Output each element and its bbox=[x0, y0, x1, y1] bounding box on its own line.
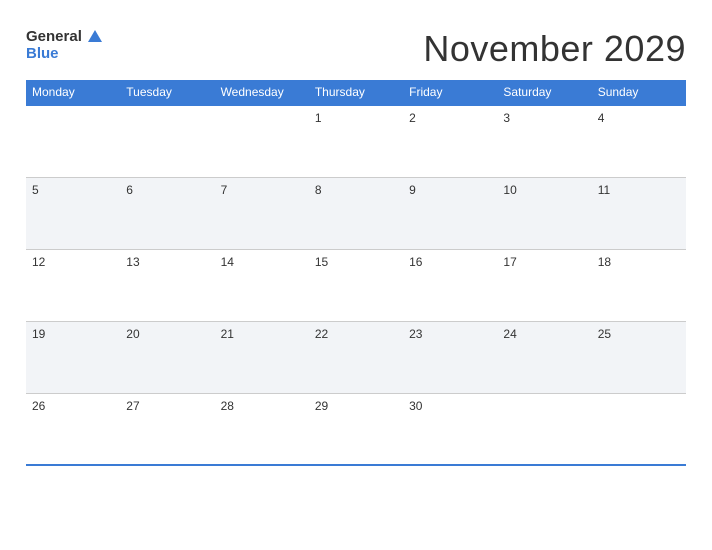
calendar-body: 1234567891011121314151617181920212223242… bbox=[26, 105, 686, 465]
week-row-1: 5 6 7 8 9 10 11 bbox=[26, 177, 686, 249]
day-cell: 22 bbox=[309, 321, 403, 393]
logo-general-text: General bbox=[26, 28, 82, 45]
logo-blue-text: Blue bbox=[26, 46, 59, 63]
day-number: 4 bbox=[598, 111, 605, 125]
calendar-page: General Blue November 2029 Monday Tuesda… bbox=[6, 10, 706, 540]
logo: General Blue bbox=[26, 28, 102, 63]
week-row-3: 19 20 21 22 23 24 25 bbox=[26, 321, 686, 393]
day-number: 8 bbox=[315, 183, 322, 197]
day-number: 13 bbox=[126, 255, 139, 269]
day-cell: 18 bbox=[592, 249, 686, 321]
day-cell: 13 bbox=[120, 249, 214, 321]
day-number: 17 bbox=[503, 255, 516, 269]
day-number: 28 bbox=[221, 399, 234, 413]
day-cell: 17 bbox=[497, 249, 591, 321]
day-number: 23 bbox=[409, 327, 422, 341]
day-cell: 25 bbox=[592, 321, 686, 393]
day-number: 9 bbox=[409, 183, 416, 197]
day-cell: 20 bbox=[120, 321, 214, 393]
header-monday: Monday bbox=[26, 80, 120, 105]
day-number: 20 bbox=[126, 327, 139, 341]
logo-general-line: General bbox=[26, 28, 102, 46]
day-cell: 16 bbox=[403, 249, 497, 321]
day-cell: 2 bbox=[403, 105, 497, 177]
day-number: 30 bbox=[409, 399, 422, 413]
day-number: 1 bbox=[315, 111, 322, 125]
header-thursday: Thursday bbox=[309, 80, 403, 105]
day-cell: 9 bbox=[403, 177, 497, 249]
day-number: 6 bbox=[126, 183, 133, 197]
header: General Blue November 2029 bbox=[26, 28, 686, 70]
day-cell: 8 bbox=[309, 177, 403, 249]
day-cell: 6 bbox=[120, 177, 214, 249]
day-number: 24 bbox=[503, 327, 516, 341]
day-number: 2 bbox=[409, 111, 416, 125]
week-row-2: 12 13 14 15 16 17 18 bbox=[26, 249, 686, 321]
day-cell: 19 bbox=[26, 321, 120, 393]
day-cell: 26 bbox=[26, 393, 120, 465]
day-number: 18 bbox=[598, 255, 611, 269]
day-number: 26 bbox=[32, 399, 45, 413]
day-cell: 5 bbox=[26, 177, 120, 249]
day-cell: 10 bbox=[497, 177, 591, 249]
day-cell bbox=[497, 393, 591, 465]
day-cell: 3 bbox=[497, 105, 591, 177]
day-cell: 11 bbox=[592, 177, 686, 249]
day-number: 29 bbox=[315, 399, 328, 413]
day-number: 3 bbox=[503, 111, 510, 125]
day-cell bbox=[592, 393, 686, 465]
day-cell: 21 bbox=[215, 321, 309, 393]
week-row-4: 26 27 28 29 30 bbox=[26, 393, 686, 465]
day-cell: 28 bbox=[215, 393, 309, 465]
day-number: 12 bbox=[32, 255, 45, 269]
day-number: 19 bbox=[32, 327, 45, 341]
day-number: 11 bbox=[598, 183, 610, 197]
day-number: 21 bbox=[221, 327, 234, 341]
day-number: 25 bbox=[598, 327, 611, 341]
header-saturday: Saturday bbox=[497, 80, 591, 105]
day-cell: 12 bbox=[26, 249, 120, 321]
logo-triangle-icon bbox=[88, 30, 102, 42]
day-number: 14 bbox=[221, 255, 234, 269]
day-cell: 14 bbox=[215, 249, 309, 321]
day-cell: 1 bbox=[309, 105, 403, 177]
header-wednesday: Wednesday bbox=[215, 80, 309, 105]
day-cell bbox=[120, 105, 214, 177]
day-number: 16 bbox=[409, 255, 422, 269]
day-number: 5 bbox=[32, 183, 39, 197]
week-row-0: 1 2 3 4 bbox=[26, 105, 686, 177]
day-number: 22 bbox=[315, 327, 328, 341]
day-cell bbox=[215, 105, 309, 177]
calendar-header: Monday Tuesday Wednesday Thursday Friday… bbox=[26, 80, 686, 105]
month-title: November 2029 bbox=[423, 28, 686, 70]
day-cell: 29 bbox=[309, 393, 403, 465]
day-cell: 7 bbox=[215, 177, 309, 249]
calendar-table: Monday Tuesday Wednesday Thursday Friday… bbox=[26, 80, 686, 466]
day-number: 7 bbox=[221, 183, 228, 197]
header-tuesday: Tuesday bbox=[120, 80, 214, 105]
day-cell: 4 bbox=[592, 105, 686, 177]
day-cell: 15 bbox=[309, 249, 403, 321]
day-cell: 27 bbox=[120, 393, 214, 465]
day-number: 15 bbox=[315, 255, 328, 269]
day-cell: 24 bbox=[497, 321, 591, 393]
header-sunday: Sunday bbox=[592, 80, 686, 105]
day-cell bbox=[26, 105, 120, 177]
day-header-row: Monday Tuesday Wednesday Thursday Friday… bbox=[26, 80, 686, 105]
day-number: 27 bbox=[126, 399, 139, 413]
header-friday: Friday bbox=[403, 80, 497, 105]
day-cell: 23 bbox=[403, 321, 497, 393]
day-cell: 30 bbox=[403, 393, 497, 465]
day-number: 10 bbox=[503, 183, 516, 197]
